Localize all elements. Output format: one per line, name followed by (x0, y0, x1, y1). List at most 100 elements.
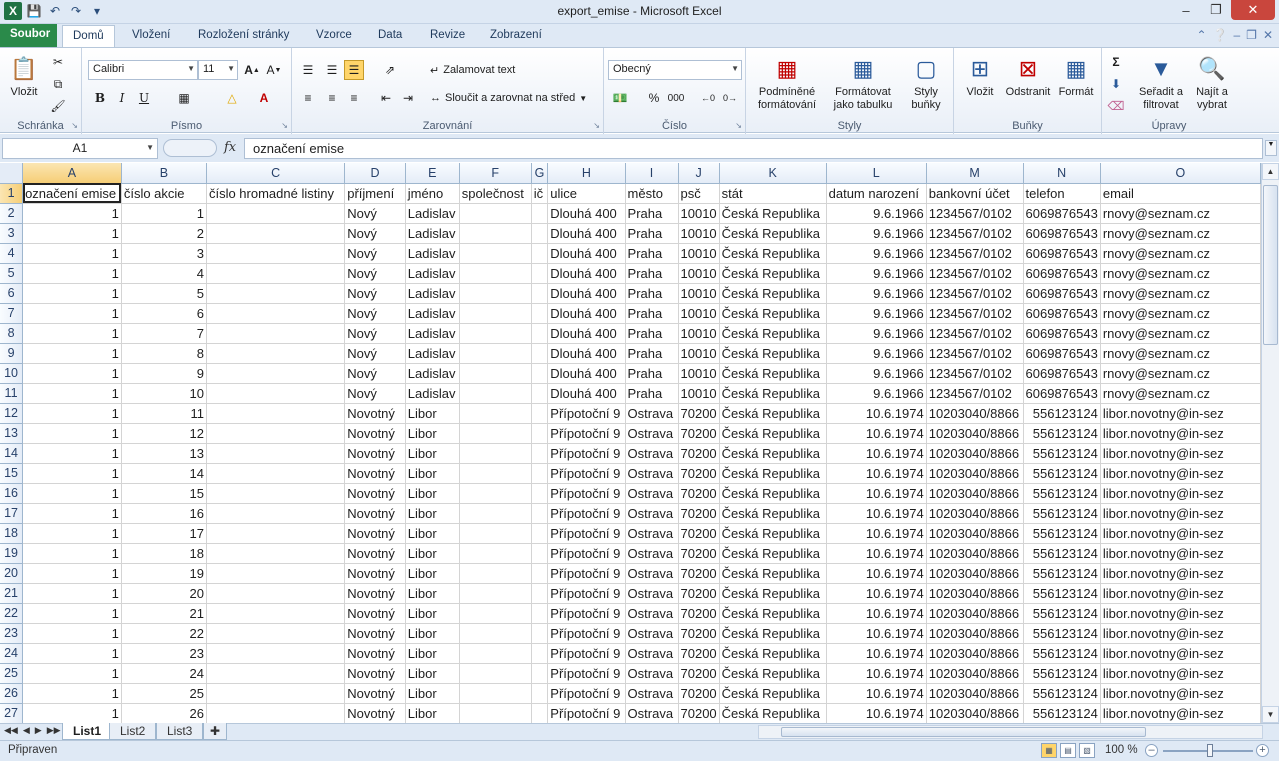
table-cell[interactable]: 9.6.1966 (826, 343, 927, 364)
table-cell[interactable]: 556123124 (1023, 663, 1101, 684)
table-cell[interactable]: Novotný (344, 403, 406, 424)
table-cell[interactable]: libor.novotny@in-sez (1100, 603, 1261, 624)
table-cell[interactable] (459, 303, 532, 324)
table-cell[interactable]: 1234567/0102 (926, 203, 1024, 224)
paste-button[interactable]: 📋 Vložit (6, 52, 42, 99)
insert-sheet-icon[interactable]: ✚ (203, 723, 228, 740)
table-cell[interactable]: 10.6.1974 (826, 483, 927, 504)
column-header-d[interactable]: D (344, 163, 406, 184)
table-cell[interactable] (459, 583, 532, 604)
table-cell[interactable]: 1 (121, 203, 207, 224)
cell-header-f[interactable]: společnost (459, 183, 532, 204)
grow-font-icon[interactable]: A ▲ (242, 60, 262, 80)
table-cell[interactable]: 1234567/0102 (926, 283, 1024, 304)
table-cell[interactable]: libor.novotny@in-sez (1100, 463, 1261, 484)
table-cell[interactable] (531, 403, 549, 424)
table-cell[interactable]: Ladislav (405, 383, 460, 404)
underline-button[interactable]: U (134, 88, 154, 108)
table-cell[interactable]: 10010 (678, 243, 720, 264)
table-cell[interactable]: Ostrava (625, 663, 679, 684)
table-cell[interactable]: 1 (22, 643, 122, 664)
table-cell[interactable]: 10.6.1974 (826, 423, 927, 444)
table-cell[interactable]: 6 (121, 303, 207, 324)
workbook-restore-icon[interactable]: ❐ (1246, 28, 1257, 42)
table-cell[interactable]: 1234567/0102 (926, 323, 1024, 344)
align-center-icon[interactable]: ≡ (322, 88, 342, 108)
table-cell[interactable]: 10203040/8866 (926, 483, 1024, 504)
table-cell[interactable]: 10203040/8866 (926, 683, 1024, 704)
table-cell[interactable]: Novotný (344, 563, 406, 584)
cell-header-o[interactable]: email (1100, 183, 1261, 204)
increase-indent-icon[interactable]: ⇥ (398, 88, 418, 108)
table-cell[interactable]: Česká Republika (719, 583, 827, 604)
table-cell[interactable]: 10.6.1974 (826, 543, 927, 564)
table-cell[interactable]: Novotný (344, 683, 406, 704)
table-cell[interactable]: 10 (121, 383, 207, 404)
table-cell[interactable]: 70200 (678, 643, 720, 664)
table-cell[interactable] (531, 663, 549, 684)
table-cell[interactable]: Nový (344, 263, 406, 284)
number-launcher-icon[interactable]: ↘ (735, 121, 742, 130)
borders-icon[interactable]: ▦ (174, 88, 194, 108)
table-cell[interactable] (459, 703, 532, 723)
table-cell[interactable]: Novotný (344, 543, 406, 564)
table-cell[interactable] (206, 643, 346, 664)
table-cell[interactable]: 10203040/8866 (926, 583, 1024, 604)
table-cell[interactable]: 7 (121, 323, 207, 344)
table-cell[interactable]: Ladislav (405, 223, 460, 244)
table-cell[interactable]: 556123124 (1023, 623, 1101, 644)
table-cell[interactable]: Nový (344, 343, 406, 364)
table-cell[interactable] (531, 243, 549, 264)
table-cell[interactable] (206, 383, 346, 404)
table-cell[interactable]: Libor (405, 623, 460, 644)
table-cell[interactable] (206, 443, 346, 464)
table-cell[interactable]: 1 (22, 503, 122, 524)
table-cell[interactable]: 10203040/8866 (926, 623, 1024, 644)
row-header[interactable]: 23 (0, 623, 24, 644)
cell-header-n[interactable]: telefon (1023, 183, 1101, 204)
format-painter-icon[interactable]: 🖌 (48, 96, 68, 116)
table-cell[interactable]: Přípotoční 9 (547, 483, 626, 504)
font-name-select[interactable]: Calibri ▼ (88, 60, 198, 80)
table-cell[interactable]: Dlouhá 400 (547, 303, 626, 324)
table-cell[interactable] (206, 543, 346, 564)
row-header[interactable]: 3 (0, 223, 24, 244)
table-cell[interactable] (206, 603, 346, 624)
table-cell[interactable]: Praha (625, 363, 679, 384)
table-cell[interactable] (459, 263, 532, 284)
table-cell[interactable]: 10010 (678, 203, 720, 224)
table-cell[interactable]: Česká Republika (719, 343, 827, 364)
row-header[interactable]: 19 (0, 543, 24, 564)
table-cell[interactable]: Ostrava (625, 623, 679, 644)
table-cell[interactable]: Přípotoční 9 (547, 503, 626, 524)
table-cell[interactable]: Česká Republika (719, 303, 827, 324)
table-cell[interactable] (206, 243, 346, 264)
scroll-up-icon[interactable]: ▲ (1262, 163, 1279, 180)
table-cell[interactable]: 10203040/8866 (926, 603, 1024, 624)
table-cell[interactable]: 16 (121, 503, 207, 524)
table-cell[interactable]: 556123124 (1023, 523, 1101, 544)
table-cell[interactable] (206, 463, 346, 484)
table-cell[interactable]: 556123124 (1023, 463, 1101, 484)
table-cell[interactable]: Libor (405, 583, 460, 604)
close-icon[interactable]: ✕ (1231, 0, 1275, 20)
table-cell[interactable]: 10203040/8866 (926, 523, 1024, 544)
table-cell[interactable] (206, 523, 346, 544)
table-cell[interactable]: 1234567/0102 (926, 383, 1024, 404)
column-header-k[interactable]: K (719, 163, 827, 184)
table-cell[interactable] (531, 303, 549, 324)
cell-header-e[interactable]: jméno (405, 183, 460, 204)
table-cell[interactable]: 70200 (678, 463, 720, 484)
row-header[interactable]: 22 (0, 603, 24, 624)
table-cell[interactable]: 10.6.1974 (826, 403, 927, 424)
table-cell[interactable] (459, 443, 532, 464)
table-cell[interactable]: 556123124 (1023, 643, 1101, 664)
table-cell[interactable] (531, 703, 549, 723)
table-cell[interactable] (206, 343, 346, 364)
next-sheet-icon[interactable]: ▶ (35, 725, 42, 736)
table-cell[interactable]: 556123124 (1023, 703, 1101, 723)
decrease-indent-icon[interactable]: ⇤ (376, 88, 396, 108)
zoom-slider[interactable]: – + (1145, 744, 1277, 758)
table-cell[interactable]: Přípotoční 9 (547, 523, 626, 544)
restore-icon[interactable]: ❐ (1201, 0, 1231, 20)
